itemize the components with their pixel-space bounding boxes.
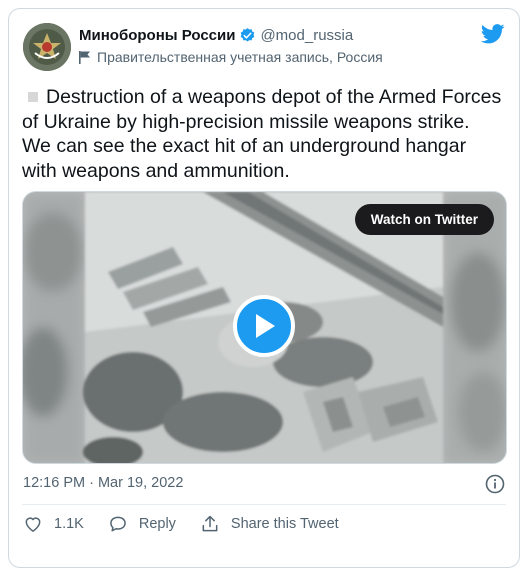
share-button[interactable]: Share this Tweet <box>200 514 339 534</box>
verified-badge-icon <box>241 28 255 42</box>
emoji-placeholder-icon <box>28 92 38 102</box>
tweet-timestamp[interactable]: 12:16 PM · Mar 19, 2022 <box>23 475 183 491</box>
watch-on-twitter-button[interactable]: Watch on Twitter <box>354 204 494 235</box>
video-player[interactable]: Watch on Twitter <box>22 191 507 464</box>
share-label[interactable]: Share this Tweet <box>231 516 339 532</box>
info-icon[interactable] <box>485 474 505 494</box>
play-icon <box>256 314 275 338</box>
reply-icon <box>110 516 126 532</box>
twitter-bird-icon[interactable] <box>481 23 505 45</box>
flag-icon <box>79 50 90 64</box>
government-label-text: Правительственная учетная запись, Россия <box>97 49 383 65</box>
tweet-body: Destruction of a weapons depot of the Ar… <box>22 86 502 182</box>
tweet-text: Destruction of a weapons depot of the Ar… <box>22 85 502 183</box>
heart-icon <box>25 517 41 532</box>
play-button[interactable] <box>233 295 295 357</box>
share-icon <box>202 515 218 532</box>
government-account-label: Правительственная учетная запись, Россия <box>79 49 383 65</box>
tweet-actions: 1.1K Reply Share this Tweet <box>23 514 363 534</box>
reply-label[interactable]: Reply <box>139 516 176 532</box>
avatar[interactable] <box>23 23 71 71</box>
author-name[interactable]: Минобороны России <box>79 27 235 44</box>
reply-button[interactable]: Reply <box>108 514 176 534</box>
author-name-row[interactable]: Минобороны России @mod_russia <box>79 27 353 44</box>
divider <box>22 504 506 505</box>
like-count[interactable]: 1.1K <box>54 516 84 532</box>
author-handle[interactable]: @mod_russia <box>260 27 353 44</box>
tweet-card[interactable]: Минобороны России @mod_russia Правительс… <box>8 8 520 568</box>
like-button[interactable]: 1.1K <box>23 514 84 534</box>
